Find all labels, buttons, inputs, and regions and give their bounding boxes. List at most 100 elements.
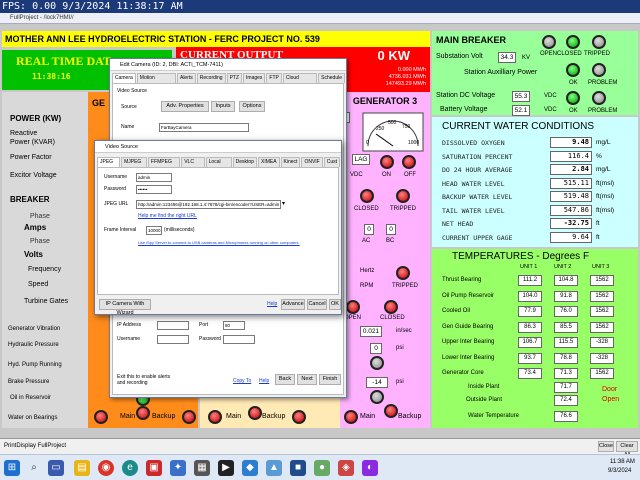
- camera-tab[interactable]: Camera: [112, 73, 136, 83]
- gen1-backup-label: Backup: [152, 413, 176, 420]
- next-button[interactable]: Next: [297, 374, 317, 385]
- finish-button[interactable]: Finish: [319, 374, 341, 385]
- cam-username-input[interactable]: [157, 335, 189, 344]
- status-close-button[interactable]: Close: [598, 441, 614, 452]
- ip-address-label: IP Address: [117, 322, 142, 328]
- video-source-title: Video Source: [95, 141, 341, 153]
- help-find-url-link[interactable]: Help me find the right URL: [138, 213, 197, 219]
- windows-start-icon[interactable]: ⊞: [4, 460, 20, 476]
- mb-tripped-led: [592, 35, 606, 49]
- ispy-server-link[interactable]: Use iSpy Server to connect to USB camera…: [138, 240, 300, 245]
- app-icon-5[interactable]: ◆: [242, 460, 258, 476]
- temp-value-unit-3: -328: [590, 352, 614, 364]
- camera-tab[interactable]: Recording: [196, 73, 226, 83]
- gen3-tripped-led: [396, 189, 410, 203]
- status-clear-all-button[interactable]: Clear All: [616, 441, 638, 458]
- temp-value-unit-1: 93.7: [518, 352, 542, 364]
- task-view-icon[interactable]: ▭: [48, 460, 64, 476]
- sub-volt-label: Substation Volt: [436, 53, 483, 60]
- video-source-tab[interactable]: MJPEG URL: [121, 157, 148, 174]
- gen1-title: GE: [92, 98, 106, 108]
- search-icon[interactable]: ⌕: [26, 460, 42, 476]
- video-source-tab[interactable]: Kinect: [280, 157, 301, 167]
- back-button[interactable]: Back: [275, 374, 295, 385]
- app-icon-2[interactable]: ✦: [170, 460, 186, 476]
- app-icon-6[interactable]: ▲: [266, 460, 282, 476]
- camera-tab[interactable]: FTP: [266, 73, 282, 83]
- video-source-tab[interactable]: Cust: [323, 157, 341, 167]
- jpeg-url-input[interactable]: http://admin:123456@192.168.1.4:7878/cgi…: [136, 200, 281, 209]
- video-source-tab[interactable]: VLC Plugin: [181, 157, 205, 174]
- app-icon-3[interactable]: ▦: [194, 460, 210, 476]
- adv-properties-button[interactable]: Adv. Properties: [161, 101, 209, 112]
- temp-row-label: Cooled Oil: [442, 308, 471, 314]
- ip-camera-wizard-button[interactable]: IP Camera With Wizard: [99, 299, 151, 316]
- water-row-label: HEAD WATER LEVEL: [442, 179, 505, 188]
- water-row-label: CURRENT UPPER GAGE: [442, 233, 513, 242]
- video-source-tab[interactable]: Desktop: [232, 157, 257, 167]
- ok-button[interactable]: OK: [329, 299, 341, 310]
- gen3-hyd-box: 0: [370, 343, 382, 354]
- options-button[interactable]: Options: [239, 101, 265, 112]
- cam-help-link[interactable]: Help: [259, 378, 269, 384]
- cam-password-label: Password: [199, 336, 221, 342]
- gen3-amps-bc-value: 0: [389, 226, 393, 233]
- frame-interval-input[interactable]: 10000: [146, 226, 162, 235]
- gen3-on-label: ON: [382, 172, 391, 178]
- app-icon-9[interactable]: ◈: [338, 460, 354, 476]
- gen1-main-label: Main: [120, 413, 136, 420]
- water-row-unit: ft: [596, 233, 600, 241]
- video-help-link[interactable]: Help: [267, 301, 277, 307]
- edge-icon[interactable]: e: [122, 460, 138, 476]
- camera-tab[interactable]: Images: [243, 73, 266, 83]
- cancel-button[interactable]: Cancel: [307, 299, 327, 310]
- water-row-unit: ft: [596, 220, 600, 227]
- taskbar-date: 9/3/2024: [608, 468, 632, 474]
- temp-row-label: Lower Inter Bearing: [442, 354, 495, 361]
- camera-tab[interactable]: Motion Detection: [136, 73, 176, 90]
- temp-value-unit-1: 77.9: [518, 306, 542, 317]
- chrome-icon[interactable]: ◉: [98, 460, 114, 476]
- camera-tab[interactable]: Alerts: [176, 73, 196, 83]
- water-row-value: 519.48: [550, 191, 592, 202]
- advance-button[interactable]: Advance: [281, 299, 305, 310]
- name-label: Name: [121, 124, 135, 130]
- finish-label: Finish: [322, 376, 338, 382]
- camera-tab[interactable]: Cloud Storage: [282, 73, 318, 90]
- gen3-closed-label: CLOSED: [354, 206, 379, 212]
- camera-name-value: FarBayCamera: [161, 125, 192, 130]
- video-source-tab[interactable]: ONVIF: [301, 157, 323, 167]
- mb-closed-label: CLOSED: [557, 51, 582, 57]
- gen3-water-led: [384, 404, 398, 418]
- gen1-backup-led-top: [136, 406, 150, 420]
- video-source-tab[interactable]: Local Device: [205, 157, 232, 174]
- file-explorer-icon[interactable]: ▤: [74, 460, 90, 476]
- current-output-kw: 0 KW: [377, 48, 411, 63]
- video-source-tab[interactable]: JPEG URL: [97, 157, 121, 174]
- jpeg-url-dropdown-icon[interactable]: ▾: [282, 200, 285, 207]
- video-source-tab[interactable]: FFMPEG (H264): [148, 157, 181, 174]
- battery-label: Battery Voltage: [440, 106, 488, 113]
- inputs-button[interactable]: Inputs: [211, 101, 235, 112]
- camera-name-input[interactable]: FarBayCamera: [159, 123, 249, 132]
- water-row-label: BACKUP WATER LEVEL: [442, 193, 513, 201]
- mb-open-led: [542, 35, 556, 49]
- password-input[interactable]: ••••••: [136, 185, 172, 194]
- app-icon-4[interactable]: ▶: [218, 460, 234, 476]
- username-value: admin: [138, 175, 151, 180]
- app-icon-7[interactable]: ■: [290, 460, 306, 476]
- temp-value-unit-2: 115.5: [554, 337, 578, 348]
- video-source-tab[interactable]: XIMEA: [257, 157, 280, 167]
- frame-interval-label: Frame Interval: [104, 227, 137, 233]
- ip-address-input[interactable]: [157, 321, 189, 330]
- camera-tab[interactable]: Schedule: [318, 73, 345, 83]
- app-icon-8[interactable]: ●: [314, 460, 330, 476]
- mb-open-label: OPEN: [540, 51, 558, 57]
- cam-password-input[interactable]: [223, 335, 255, 344]
- copy-to-link[interactable]: Copy To: [233, 378, 251, 384]
- port-input[interactable]: 80: [223, 321, 245, 330]
- username-input[interactable]: admin: [136, 173, 172, 182]
- app-icon-1[interactable]: ▣: [146, 460, 162, 476]
- app-icon-10[interactable]: ◐: [362, 460, 378, 476]
- camera-tab[interactable]: PTZ: [226, 73, 243, 83]
